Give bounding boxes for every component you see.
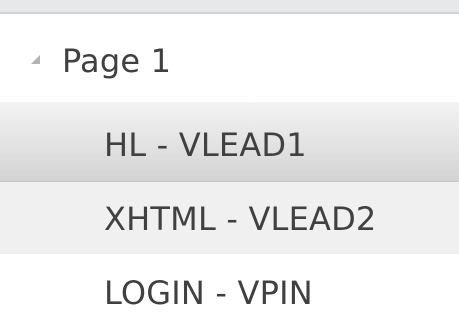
tree-node-page-1[interactable]: Page 1 (0, 16, 459, 102)
tree-item-label: XHTML - VLEAD2 (104, 200, 377, 238)
tree-item-label: HL - VLEAD1 (104, 126, 307, 164)
tree-item-hl-vlead1[interactable]: HL - VLEAD1 (0, 102, 459, 182)
tree-item-xhtml-vlead2[interactable]: XHTML - VLEAD2 (0, 182, 459, 254)
tree-item-label: LOGIN - VPIN (104, 274, 313, 312)
tree-view: Page 1 HL - VLEAD1 XHTML - VLEAD2 LOGIN … (0, 0, 459, 328)
tree-node-label: Page 1 (62, 42, 172, 80)
tree-item-login-vpin[interactable]: LOGIN - VPIN (0, 254, 459, 328)
expanded-triangle-icon[interactable] (31, 55, 40, 64)
tree-header-strip (0, 0, 459, 14)
